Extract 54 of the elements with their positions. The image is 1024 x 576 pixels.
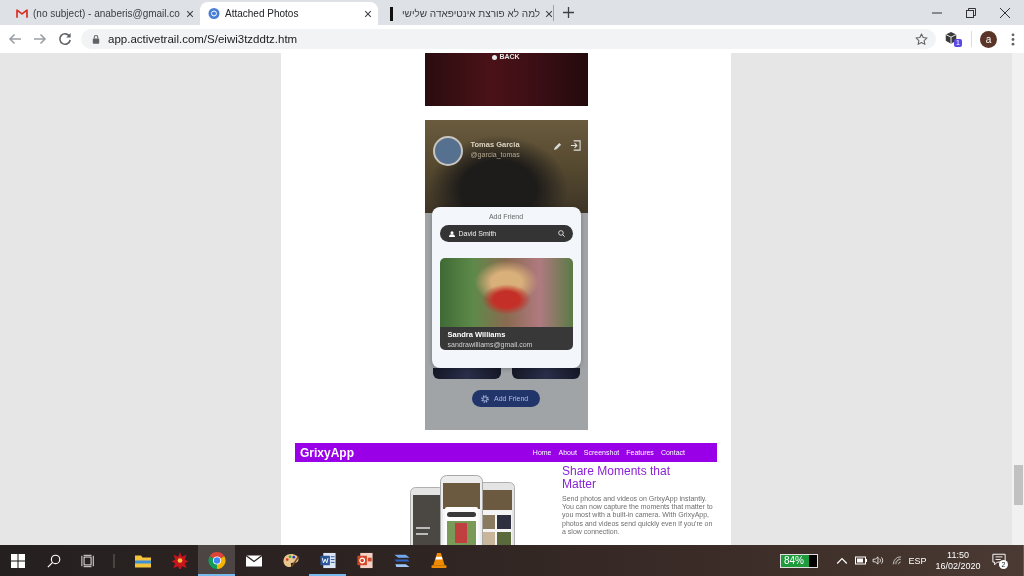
- new-tab-icon[interactable]: [563, 7, 574, 18]
- forward-icon[interactable]: [33, 32, 47, 46]
- browser-tab[interactable]: Attached Photos: [200, 2, 378, 25]
- person-icon: [448, 230, 455, 237]
- restore-icon[interactable]: [966, 7, 976, 18]
- address-field[interactable]: app.activetrail.com/S/eiwi3tzddtz.htm: [81, 29, 936, 49]
- friend-card[interactable]: [511, 368, 580, 379]
- chevron-up-icon[interactable]: [836, 556, 848, 565]
- close-icon[interactable]: [364, 9, 372, 18]
- speech-bubble-icon: [992, 553, 1006, 566]
- close-icon[interactable]: [186, 9, 194, 18]
- close-icon[interactable]: [1000, 7, 1010, 18]
- envelope-icon: [244, 552, 263, 569]
- scrollbar-track[interactable]: [1012, 53, 1024, 545]
- browser-tab[interactable]: (no subject) - anaberis@gmail.co: [8, 2, 200, 25]
- battery-indicator[interactable]: 84%: [780, 553, 818, 568]
- menu-icon[interactable]: [1011, 32, 1015, 46]
- lock-icon: [92, 34, 100, 44]
- profile-avatar[interactable]: a: [980, 30, 997, 48]
- search-icon[interactable]: [557, 230, 565, 237]
- browser-icon: [207, 552, 226, 569]
- friend-card[interactable]: [432, 368, 501, 379]
- pencil-icon[interactable]: [552, 142, 562, 151]
- site-logo[interactable]: GrixyApp: [300, 445, 354, 460]
- star-burst-icon: [170, 552, 189, 569]
- wifi-icon[interactable]: [890, 556, 903, 565]
- task-view-icon[interactable]: [81, 553, 95, 568]
- promo-heading: Share Moments that Matter: [562, 465, 672, 491]
- stripes-icon: [392, 552, 411, 569]
- gear-icon: [481, 394, 489, 403]
- speaker-icon[interactable]: [872, 556, 884, 565]
- browser-tab[interactable]: למה לא פורצת אינטיפאדה שלישי: [378, 2, 553, 25]
- profile-avatar: [432, 136, 463, 166]
- battery-icon[interactable]: [854, 556, 867, 565]
- cube-icon: [944, 31, 958, 45]
- mail-icon: [16, 8, 28, 19]
- logout-icon[interactable]: [569, 140, 581, 151]
- bookmark-star-icon[interactable]: [915, 32, 928, 46]
- document-icon: [318, 552, 337, 569]
- clock[interactable]: 11:50 16/02/2020: [929, 545, 987, 576]
- start-icon[interactable]: [10, 553, 25, 568]
- reload-icon[interactable]: [58, 32, 72, 46]
- back-icon[interactable]: [8, 32, 22, 46]
- traffic-cone-icon: [429, 552, 448, 569]
- slides-icon: [355, 552, 374, 569]
- scrollbar-thumb[interactable]: [1013, 465, 1023, 505]
- url-text: app.activetrail.com/S/eiwi3tzddtz.htm: [108, 33, 298, 45]
- close-icon[interactable]: [545, 9, 554, 18]
- search-icon[interactable]: [47, 553, 61, 568]
- site-logo-icon: [208, 8, 220, 19]
- bar-icon: [390, 6, 393, 21]
- palette-icon: [281, 552, 300, 569]
- language-indicator[interactable]: ESP: [908, 555, 927, 566]
- dot-icon: [492, 54, 498, 60]
